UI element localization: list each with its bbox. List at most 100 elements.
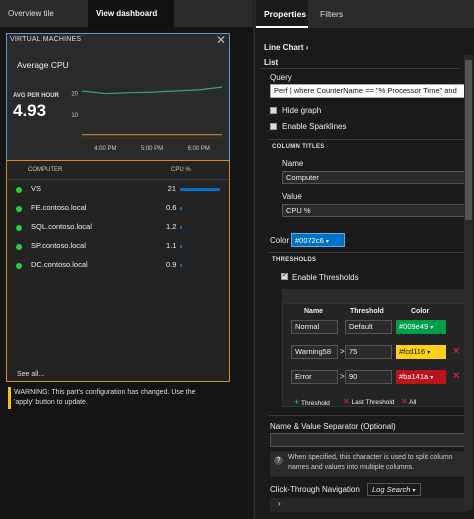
- chevron-down-icon: ▾: [325, 239, 329, 245]
- y-tick-label: 20: [71, 92, 78, 98]
- divider: [268, 415, 466, 416]
- separator-input[interactable]: [270, 433, 467, 447]
- threshold-color-picker[interactable]: #ba141a ▾: [396, 370, 446, 384]
- th-threshold-header: Threshold: [350, 308, 384, 315]
- name-input[interactable]: Computer: [282, 171, 466, 184]
- table-row[interactable]: VS 21: [16, 182, 226, 200]
- close-icon: ✕: [343, 397, 350, 406]
- separator-label: Name & Value Separator (Optional): [270, 422, 396, 431]
- remove-all-thresholds-button[interactable]: ✕ All: [401, 397, 416, 406]
- chevron-right-icon: ›: [305, 43, 309, 52]
- table-row[interactable]: DC.contoso.local 0.9: [16, 258, 226, 276]
- status-dot-icon: [16, 244, 22, 250]
- value-input[interactable]: CPU %: [282, 204, 466, 217]
- navigation-panel: ›: [270, 498, 467, 512]
- col-cpu: CPU %: [171, 167, 191, 173]
- threshold-value-input[interactable]: 75: [345, 345, 392, 359]
- col-computer: COMPUTER: [28, 167, 63, 173]
- tile-title: VIRTUAL MACHINES: [10, 36, 82, 43]
- divider: [8, 179, 228, 180]
- x-tick-label: 5:00 PM: [141, 146, 163, 152]
- tab-filters[interactable]: Filters: [320, 0, 343, 28]
- threshold-operator: >: [340, 372, 345, 381]
- avg-value: 4.93: [13, 101, 47, 120]
- add-threshold-button[interactable]: + Threshold: [294, 397, 330, 407]
- remove-last-threshold-button[interactable]: ✕ Last Threshold: [343, 397, 394, 406]
- breadcrumb-list: List: [264, 58, 279, 67]
- enable-thresholds-checkbox[interactable]: ✓: [281, 272, 288, 280]
- cpu-value: 0.9: [166, 260, 177, 269]
- threshold-name-input[interactable]: Warning58: [291, 345, 338, 359]
- threshold-color-picker[interactable]: #009e49 ▾: [396, 320, 446, 334]
- table-row[interactable]: FE.contoso.local 0.6: [16, 201, 226, 219]
- threshold-operator: >: [340, 347, 345, 356]
- value-label: Value: [282, 192, 302, 201]
- close-icon: ✕: [401, 397, 408, 406]
- computer-name: VS: [31, 184, 42, 193]
- tab-overview-tile[interactable]: Overview tile: [0, 0, 62, 27]
- breadcrumb-line-chart[interactable]: Line Chart ›: [264, 43, 308, 52]
- avg-label: AVG PER HOUR: [13, 93, 59, 99]
- separator-help-text: When specified, this character is used t…: [288, 454, 453, 471]
- close-icon[interactable]: ✕: [216, 33, 226, 47]
- color-picker[interactable]: #0072c6 ▾: [291, 233, 345, 247]
- remove-threshold-icon[interactable]: ✕: [452, 371, 460, 382]
- thresholds-heading: THRESHOLDS: [272, 257, 317, 263]
- warning-text: WARNING: This part's configuration has c…: [14, 389, 196, 406]
- tab-view-dashboard[interactable]: View dashboard: [88, 0, 174, 27]
- chevron-down-icon: ▾: [430, 375, 434, 381]
- help-icon: ?: [274, 456, 283, 465]
- cpu-bar: [180, 264, 182, 267]
- table-row[interactable]: SP.contoso.local 1.1: [16, 239, 226, 257]
- name-label: Name: [282, 159, 304, 168]
- threshold-scroll-header: [282, 289, 466, 303]
- chart-title: Average CPU: [17, 60, 69, 70]
- status-dot-icon: [16, 263, 22, 269]
- computer-name: SQL.contoso.local: [31, 222, 92, 231]
- status-dot-icon: [16, 225, 22, 231]
- tab-properties[interactable]: Properties: [256, 0, 308, 28]
- threshold-value-input[interactable]: 90: [345, 370, 392, 384]
- th-name-header: Name: [304, 308, 324, 315]
- warning-bar: [8, 387, 11, 409]
- cpu-bar: [180, 207, 182, 210]
- query-label: Query: [270, 73, 292, 82]
- divider: [268, 252, 466, 253]
- series-line: [81, 86, 223, 95]
- sparklines-checkbox[interactable]: [270, 123, 277, 130]
- status-dot-icon: [16, 187, 22, 193]
- threshold-color-picker[interactable]: #fcd116 ▾: [396, 345, 446, 359]
- cpu-value: 1.2: [166, 222, 177, 231]
- divider: [260, 68, 460, 69]
- hide-graph-label: Hide graph: [282, 106, 322, 115]
- th-color-header: Color: [411, 308, 430, 315]
- sparklines-label: Enable Sparklines: [282, 122, 347, 131]
- cpu-bar: [180, 188, 220, 191]
- cpu-bar: [180, 226, 183, 229]
- table-row[interactable]: SQL.contoso.local 1.2: [16, 220, 226, 238]
- threshold-value-input[interactable]: Default: [345, 320, 392, 334]
- plus-icon: +: [294, 397, 300, 407]
- cpu-line-chart: 20 10 4:00 PM 5:00 PM 6:00 PM: [71, 86, 223, 152]
- remove-threshold-icon[interactable]: ✕: [452, 346, 460, 357]
- computer-name: DC.contoso.local: [31, 260, 88, 269]
- hide-graph-checkbox[interactable]: [270, 107, 277, 114]
- click-through-dropdown[interactable]: Log Search ▾: [367, 483, 421, 496]
- see-all-link[interactable]: See all...: [17, 371, 44, 378]
- chevron-down-icon: ▾: [427, 350, 431, 356]
- computer-name: SP.contoso.local: [31, 241, 86, 250]
- click-through-label: Click-Through Navigation: [270, 485, 360, 494]
- threshold-name-input[interactable]: Normal: [291, 320, 338, 334]
- threshold-name-input[interactable]: Error: [291, 370, 338, 384]
- cpu-value: 21: [167, 184, 176, 193]
- query-input[interactable]: Perf | where CounterName == "% Processor…: [270, 84, 467, 98]
- divider: [268, 139, 466, 140]
- color-label: Color: [270, 236, 290, 245]
- cpu-value: 1.1: [166, 241, 177, 250]
- enable-thresholds-label: Enable Thresholds: [292, 273, 359, 282]
- chevron-down-icon: ▾: [430, 325, 434, 331]
- chevron-right-icon[interactable]: ›: [278, 499, 281, 508]
- y-tick-label: 10: [71, 113, 78, 119]
- scrollbar-thumb[interactable]: [465, 60, 472, 220]
- x-tick-label: 4:00 PM: [94, 146, 116, 152]
